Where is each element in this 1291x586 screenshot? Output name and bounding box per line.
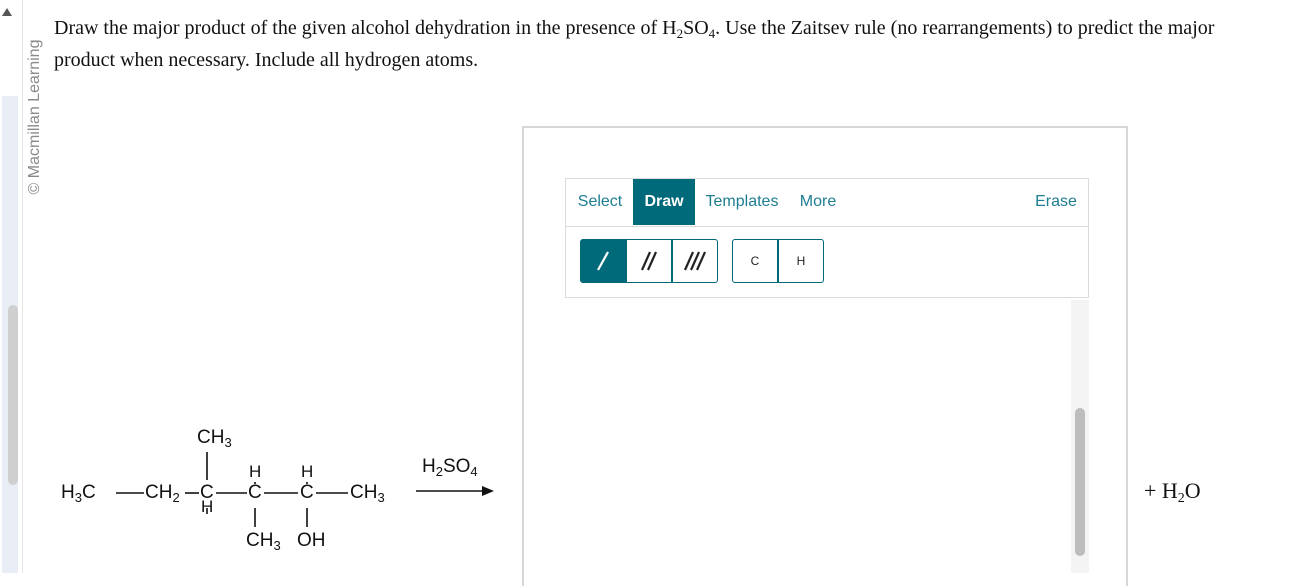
carbon-2: C — [248, 482, 262, 503]
carbon-atom-tool[interactable]: C — [732, 239, 778, 283]
carbon-atom-icon: C — [750, 254, 760, 268]
triple-bond-tool[interactable] — [672, 239, 718, 283]
hydrogen-atom-tool[interactable]: H — [778, 239, 824, 283]
hydrogen-atom-icon: H — [796, 254, 806, 268]
triple-bond-icon — [683, 251, 707, 271]
toolbar-tabs: Select Draw Templates More Erase — [566, 179, 1088, 227]
double-bond-icon — [640, 251, 658, 271]
hydrogen-c1: H — [201, 497, 214, 516]
single-bond-tool[interactable] — [580, 239, 626, 283]
reagent-sulfuric-acid: H2SO4 — [422, 456, 478, 479]
question-part-1: Draw the major product of the given alco… — [54, 17, 677, 39]
double-bond-tool[interactable] — [626, 239, 672, 283]
erase-button[interactable]: Erase — [1026, 179, 1086, 225]
terminal-methyl: CH3 — [350, 482, 385, 505]
left-scroll-rail — [0, 0, 23, 573]
methyl-substituent-bottom: CH3 — [246, 530, 281, 553]
tab-more[interactable]: More — [792, 179, 844, 225]
drawing-toolbar: Select Draw Templates More Erase C H — [565, 178, 1089, 298]
single-bond-icon — [597, 251, 609, 271]
methylene-ch2: CH2 — [145, 482, 180, 505]
hydroxyl-group: OH — [297, 530, 326, 551]
brand-text: © Macmillan Learning — [26, 39, 43, 195]
left-scroll-thumb[interactable] — [8, 305, 18, 485]
question-part-2: SO — [683, 17, 709, 39]
carbon-3: C — [300, 482, 314, 503]
reaction-scheme: H3C CH2 C C C CH3 CH3 H H H CH3 OH H2SO4 — [58, 424, 578, 564]
tab-templates[interactable]: Templates — [699, 179, 785, 225]
canvas-scroll-thumb[interactable] — [1075, 408, 1085, 556]
methyl-substituent-top: CH3 — [197, 427, 232, 450]
tab-draw[interactable]: Draw — [633, 179, 695, 225]
scroll-up-arrow-icon[interactable] — [2, 8, 12, 16]
methyl-h3c: H3C — [61, 482, 96, 505]
byproduct-water: + H2O — [1144, 478, 1201, 506]
hydrogen-c2: H — [249, 462, 262, 481]
hydrogen-c3: H — [301, 462, 314, 481]
tab-select[interactable]: Select — [567, 179, 633, 225]
question-text: Draw the major product of the given alco… — [54, 12, 1229, 76]
brand-watermark: © Macmillan Learning — [26, 22, 44, 212]
